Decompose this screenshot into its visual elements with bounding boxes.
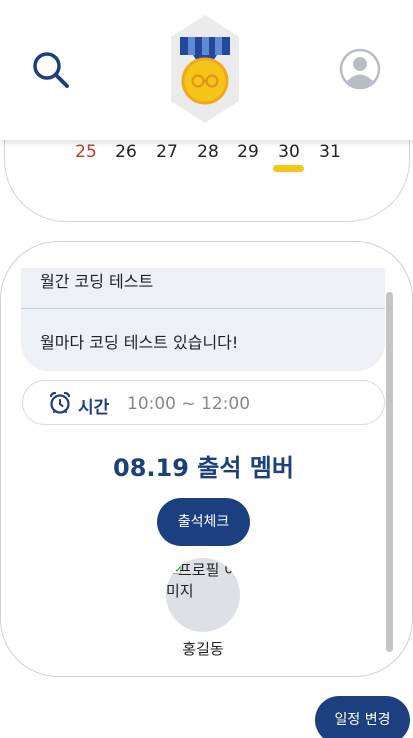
- time-label: 시간: [78, 398, 110, 418]
- schedule-card: 월간 코딩 테스트 월마다 코딩 테스트 있습니다! 시간 10:00 ~ 12…: [0, 241, 413, 677]
- schedule-title: 월간 코딩 테스트: [40, 272, 154, 291]
- schedule-info-box: 월간 코딩 테스트 월마다 코딩 테스트 있습니다!: [21, 268, 385, 371]
- search-icon[interactable]: [31, 50, 71, 90]
- app-header: [0, 0, 413, 140]
- member-name: 홍길동: [182, 640, 224, 658]
- calendar-day-selected[interactable]: 30: [269, 142, 309, 162]
- calendar-day[interactable]: 31: [310, 142, 350, 162]
- attendance-title: 08.19 출석 멤버: [113, 454, 294, 482]
- change-schedule-button[interactable]: 일정 변경: [315, 696, 410, 738]
- calendar-day[interactable]: 29: [228, 142, 268, 162]
- calendar-day[interactable]: 27: [147, 142, 187, 162]
- calendar-day-row: 25 26 27 28 29 30 31: [0, 142, 413, 166]
- time-value: 10:00 ~ 12:00: [127, 394, 251, 414]
- selected-day-indicator: [273, 165, 304, 172]
- calendar-day[interactable]: 25: [66, 142, 106, 162]
- member-item[interactable]: 프로필 이미지 홍길동: [166, 558, 242, 659]
- divider: [21, 308, 385, 309]
- alarm-clock-icon: [49, 391, 71, 414]
- scrollbar-thumb[interactable]: [386, 292, 393, 652]
- calendar-day[interactable]: 28: [188, 142, 228, 162]
- scrollbar[interactable]: [386, 292, 394, 652]
- schedule-description: 월마다 코딩 테스트 있습니다!: [40, 333, 239, 352]
- avatar: 프로필 이미지: [166, 558, 240, 632]
- profile-icon[interactable]: [339, 48, 381, 90]
- avatar-alt-text: 프로필 이미지: [166, 561, 238, 600]
- schedule-time-box: 시간 10:00 ~ 12:00: [22, 380, 385, 425]
- medal-logo-icon[interactable]: [169, 15, 241, 123]
- attendance-check-button[interactable]: 출석체크: [157, 498, 250, 546]
- schedule-scroll-area[interactable]: 월간 코딩 테스트 월마다 코딩 테스트 있습니다! 시간 10:00 ~ 12…: [21, 268, 386, 658]
- calendar-day[interactable]: 26: [106, 142, 146, 162]
